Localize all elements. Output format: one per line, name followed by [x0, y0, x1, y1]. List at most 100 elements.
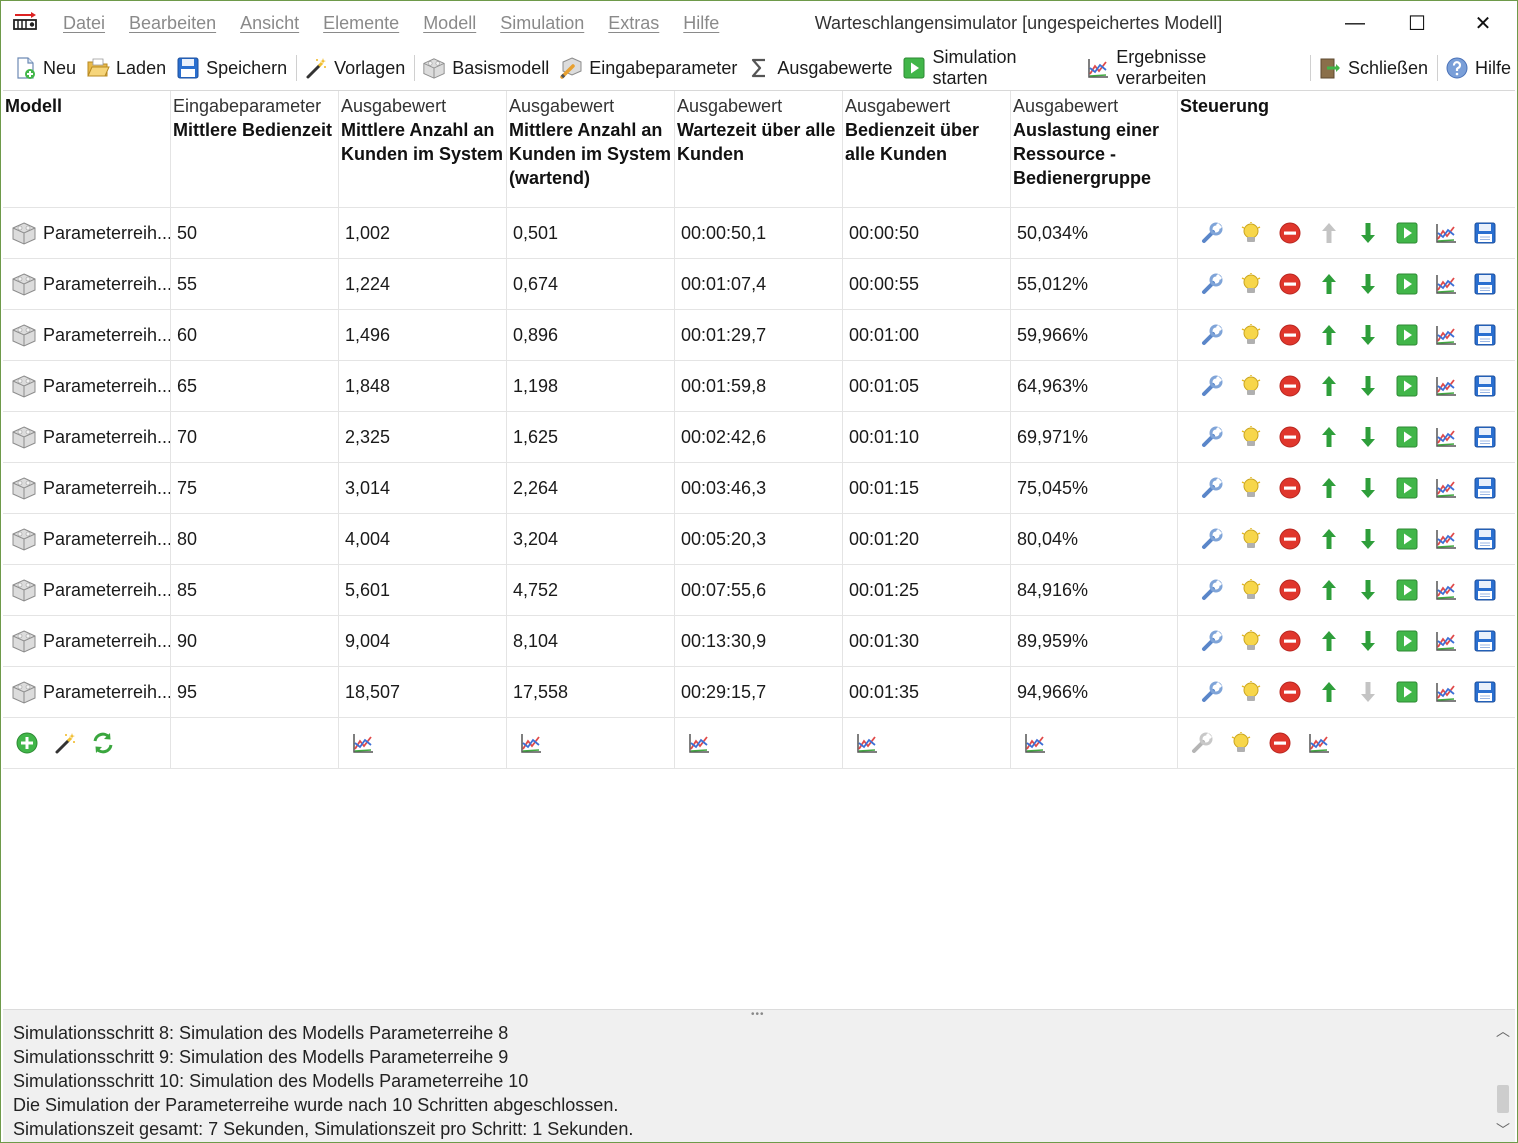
- arrow-down-icon[interactable]: [1356, 374, 1380, 398]
- header-utilization[interactable]: Ausgabewert Auslastung einer Ressource - …: [1011, 91, 1178, 207]
- new-button[interactable]: Neu: [9, 50, 82, 86]
- chart-icon[interactable]: [1434, 476, 1458, 500]
- arrow-up-icon[interactable]: [1317, 629, 1341, 653]
- arrow-down-icon[interactable]: [1356, 578, 1380, 602]
- lightbulb-icon[interactable]: [1239, 272, 1263, 296]
- lightbulb-icon[interactable]: [1239, 425, 1263, 449]
- play-icon[interactable]: [1395, 323, 1419, 347]
- wrench-icon[interactable]: [1200, 476, 1224, 500]
- chart-icon[interactable]: [1434, 374, 1458, 398]
- table-row[interactable]: Parameterreih... 95 18,507 17,558 00:29:15,7…: [3, 667, 1515, 718]
- table-row[interactable]: Parameterreih... 50 1,002 0,501 00:00:50,1 00…: [3, 208, 1515, 259]
- load-button[interactable]: Laden: [82, 50, 172, 86]
- wrench-icon[interactable]: [1200, 323, 1224, 347]
- chart-icon[interactable]: [519, 731, 543, 755]
- delete-icon[interactable]: [1278, 221, 1302, 245]
- magic-wand-icon[interactable]: [53, 731, 77, 755]
- arrow-up-icon[interactable]: [1317, 527, 1341, 551]
- table-row[interactable]: Parameterreih... 90 9,004 8,104 00:13:30,9 00…: [3, 616, 1515, 667]
- header-service-time[interactable]: Eingabeparameter Mittlere Bedienzeit: [171, 91, 339, 207]
- minimize-button[interactable]: —: [1324, 1, 1386, 45]
- delete-icon[interactable]: [1278, 272, 1302, 296]
- wrench-icon[interactable]: [1200, 374, 1224, 398]
- table-row[interactable]: Parameterreih... 65 1,848 1,198 00:01:59,8 00…: [3, 361, 1515, 412]
- chart-icon[interactable]: [1023, 731, 1047, 755]
- play-icon[interactable]: [1395, 578, 1419, 602]
- play-icon[interactable]: [1395, 425, 1419, 449]
- lightbulb-icon[interactable]: [1239, 527, 1263, 551]
- menu-bearbeiten[interactable]: Bearbeiten: [117, 13, 228, 34]
- chart-icon[interactable]: [1434, 527, 1458, 551]
- model-cell[interactable]: Parameterreih...: [3, 361, 171, 411]
- lightbulb-icon[interactable]: [1239, 578, 1263, 602]
- arrow-up-icon[interactable]: [1317, 323, 1341, 347]
- chart-icon[interactable]: [687, 731, 711, 755]
- wrench-icon[interactable]: [1200, 527, 1224, 551]
- table-row[interactable]: Parameterreih... 70 2,325 1,625 00:02:42,6 00…: [3, 412, 1515, 463]
- lightbulb-icon[interactable]: [1239, 476, 1263, 500]
- play-icon[interactable]: [1395, 272, 1419, 296]
- base-model-button[interactable]: Basismodell: [418, 50, 555, 86]
- chart-icon[interactable]: [855, 731, 879, 755]
- delete-icon[interactable]: [1268, 731, 1292, 755]
- arrow-up-icon[interactable]: [1317, 221, 1341, 245]
- table-row[interactable]: Parameterreih... 60 1,496 0,896 00:01:29,7 00…: [3, 310, 1515, 361]
- menu-simulation[interactable]: Simulation: [488, 13, 596, 34]
- wrench-icon[interactable]: [1200, 680, 1224, 704]
- wrench-icon[interactable]: [1190, 731, 1214, 755]
- arrow-down-icon[interactable]: [1356, 527, 1380, 551]
- lightbulb-icon[interactable]: [1239, 323, 1263, 347]
- close-model-button[interactable]: Schließen: [1314, 50, 1434, 86]
- log-scrollbar[interactable]: ︿ ﹀: [1491, 1019, 1515, 1142]
- model-cell[interactable]: Parameterreih...: [3, 412, 171, 462]
- save-icon[interactable]: [1473, 578, 1497, 602]
- arrow-up-icon[interactable]: [1317, 272, 1341, 296]
- save-icon[interactable]: [1473, 680, 1497, 704]
- chart-icon[interactable]: [1434, 425, 1458, 449]
- chart-icon[interactable]: [351, 731, 375, 755]
- header-service-time-all[interactable]: Ausgabewert Bedienzeit über alle Kunden: [843, 91, 1011, 207]
- lightbulb-icon[interactable]: [1229, 731, 1253, 755]
- save-icon[interactable]: [1473, 323, 1497, 347]
- delete-icon[interactable]: [1278, 680, 1302, 704]
- arrow-up-icon[interactable]: [1317, 476, 1341, 500]
- menu-hilfe[interactable]: Hilfe: [671, 13, 731, 34]
- arrow-down-icon[interactable]: [1356, 476, 1380, 500]
- model-cell[interactable]: Parameterreih...: [3, 514, 171, 564]
- delete-icon[interactable]: [1278, 425, 1302, 449]
- save-icon[interactable]: [1473, 629, 1497, 653]
- scroll-up-icon[interactable]: ︿: [1491, 1021, 1515, 1041]
- chart-icon[interactable]: [1434, 221, 1458, 245]
- templates-button[interactable]: Vorlagen: [300, 50, 411, 86]
- save-button[interactable]: Speichern: [172, 50, 293, 86]
- delete-icon[interactable]: [1278, 374, 1302, 398]
- close-window-button[interactable]: ✕: [1452, 1, 1514, 45]
- menu-elemente[interactable]: Elemente: [311, 13, 411, 34]
- chart-icon[interactable]: [1434, 272, 1458, 296]
- save-icon[interactable]: [1473, 272, 1497, 296]
- splitter-handle[interactable]: •••: [3, 1009, 1515, 1020]
- table-row[interactable]: Parameterreih... 85 5,601 4,752 00:07:55,6 00…: [3, 565, 1515, 616]
- menu-extras[interactable]: Extras: [596, 13, 671, 34]
- menu-ansicht[interactable]: Ansicht: [228, 13, 311, 34]
- save-icon[interactable]: [1473, 221, 1497, 245]
- delete-icon[interactable]: [1278, 527, 1302, 551]
- play-icon[interactable]: [1395, 221, 1419, 245]
- scroll-down-icon[interactable]: ﹀: [1491, 1120, 1515, 1140]
- lightbulb-icon[interactable]: [1239, 221, 1263, 245]
- arrow-down-icon[interactable]: [1356, 629, 1380, 653]
- chart-icon[interactable]: [1434, 629, 1458, 653]
- scroll-thumb[interactable]: [1497, 1085, 1509, 1113]
- play-icon[interactable]: [1395, 476, 1419, 500]
- process-results-button[interactable]: Ergebnisse verarbeiten: [1082, 47, 1307, 88]
- model-cell[interactable]: Parameterreih...: [3, 259, 171, 309]
- menu-modell[interactable]: Modell: [411, 13, 488, 34]
- wrench-icon[interactable]: [1200, 425, 1224, 449]
- save-icon[interactable]: [1473, 425, 1497, 449]
- save-icon[interactable]: [1473, 374, 1497, 398]
- arrow-down-icon[interactable]: [1356, 323, 1380, 347]
- arrow-down-icon[interactable]: [1356, 425, 1380, 449]
- play-icon[interactable]: [1395, 680, 1419, 704]
- start-simulation-button[interactable]: Simulation starten: [898, 47, 1082, 88]
- output-values-button[interactable]: Ausgabewerte: [743, 50, 898, 86]
